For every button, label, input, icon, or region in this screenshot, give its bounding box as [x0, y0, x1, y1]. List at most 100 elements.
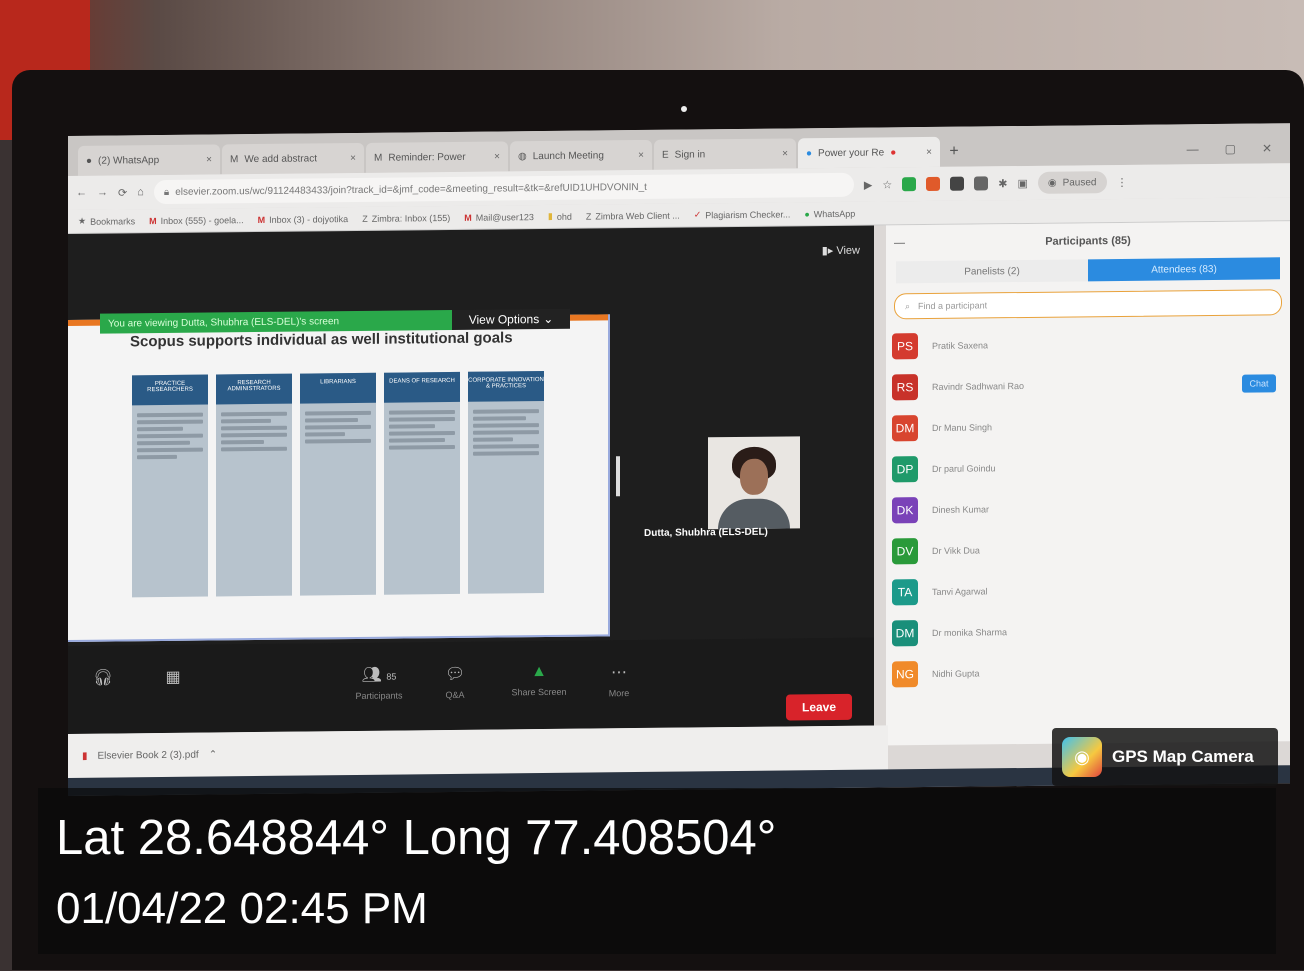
view-icon: ▮▸ — [821, 244, 834, 258]
close-icon[interactable]: × — [206, 154, 212, 165]
bookmark-label: Inbox (3) - dojyotika — [269, 213, 349, 225]
slide-column-header: RESEARCH ADMINISTRATORS — [216, 373, 292, 405]
tab-label: (2) WhatsApp — [98, 154, 160, 167]
maximize-icon[interactable]: ▢ — [1225, 142, 1236, 156]
share-screen-icon: ▲ — [531, 662, 547, 681]
slide-column-body — [300, 403, 376, 452]
extension-icon[interactable] — [926, 176, 941, 192]
qa-label: Q&A — [445, 689, 465, 701]
geo-overlay: Lat 28.648844° Long 77.408504° 01/04/22 … — [38, 788, 1276, 954]
url-input[interactable]: 🔒︎ elsevier.zoom.us/wc/91124483433/join?t… — [153, 172, 854, 205]
tab-attendees[interactable]: Attendees (83) — [1088, 257, 1280, 282]
puzzle-icon[interactable]: ✱ — [998, 177, 1007, 190]
tab-panelists[interactable]: Panelists (2) — [896, 259, 1088, 284]
gmail-icon: M — [257, 214, 266, 225]
participants-button[interactable]: 👥︎ 85 Participants — [344, 664, 414, 701]
close-icon[interactable]: × — [494, 151, 500, 162]
sidepanel-icon[interactable]: ▣ — [1017, 176, 1027, 189]
bookmark-label: Zimbra: Inbox (155) — [371, 212, 451, 224]
participant-row[interactable]: TA Tanvi Agarwal — [886, 567, 1290, 612]
extension-icon[interactable] — [974, 176, 989, 191]
participant-name: Pratik Saxena — [932, 339, 989, 351]
qa-button[interactable]: 💬︎ Q&A — [420, 664, 490, 701]
bookmark-item[interactable]: M Inbox (3) - dojyotika — [258, 214, 349, 225]
avatar: NG — [892, 660, 918, 687]
participant-row[interactable]: DM Dr monika Sharma — [886, 608, 1290, 653]
close-icon[interactable]: × — [638, 149, 644, 160]
pdf-icon: ▮ — [82, 750, 88, 762]
bookmark-item[interactable]: Z Zimbra: Inbox (155) — [362, 212, 450, 223]
participant-search-input[interactable]: ⌕ Find a participant — [894, 289, 1282, 320]
bookmark-item[interactable]: ★ Bookmarks — [78, 215, 135, 227]
download-filename[interactable]: Elsevier Book 2 (3).pdf — [98, 749, 199, 761]
url-text: elsevier.zoom.us/wc/91124483433/join?tra… — [175, 181, 647, 198]
participant-row[interactable]: NG Nidhi Gupta — [886, 649, 1290, 694]
home-icon[interactable]: ⌂ — [137, 186, 144, 198]
slide-title: Scopus supports individual as well insti… — [130, 329, 513, 351]
close-icon[interactable]: × — [782, 148, 788, 159]
bookmark-item[interactable]: ● WhatsApp — [804, 208, 855, 219]
share-icon[interactable]: ▶ — [864, 178, 872, 191]
avatar: DV — [892, 537, 918, 564]
webcam-dot — [681, 106, 687, 112]
participant-row[interactable]: DM Dr Manu Singh — [886, 403, 1290, 448]
browser-tab[interactable]: ◍ Launch Meeting × — [510, 139, 652, 172]
browser-tab[interactable]: E Sign in × — [654, 138, 796, 170]
check-icon: ✓ — [693, 209, 702, 220]
more-label: More — [608, 688, 630, 699]
new-tab-button[interactable]: + — [942, 137, 966, 167]
participants-icon: 👥︎ 85 — [361, 666, 397, 684]
close-window-icon[interactable]: ✕ — [1262, 141, 1272, 155]
collapse-icon[interactable]: — — [894, 237, 905, 249]
bookmark-item[interactable]: M Inbox (555) - goela... — [149, 215, 244, 226]
zoom-meeting-area: ▮▸ View You are viewing Dutta, Shubhra (… — [68, 225, 874, 735]
chat-button[interactable]: Chat — [1242, 373, 1276, 393]
video-settings-button[interactable]: ▦ — [138, 667, 208, 694]
shared-screen-slide: You are viewing Dutta, Shubhra (ELS-DEL)… — [68, 308, 610, 643]
bookmark-item[interactable]: Z Zimbra Web Client ... — [586, 210, 680, 221]
presenter-video[interactable] — [708, 436, 800, 530]
participant-row[interactable]: PS Pratik Saxena — [886, 321, 1290, 366]
browser-tab[interactable]: ● (2) WhatsApp × — [78, 144, 220, 176]
menu-dots-icon[interactable]: ⋮ — [1117, 175, 1128, 188]
chevron-down-icon: ⌄ — [543, 311, 554, 327]
text-cursor — [616, 456, 620, 497]
minimize-icon[interactable]: — — [1187, 142, 1199, 156]
bookmark-item[interactable]: ✓ Plagiarism Checker... — [694, 208, 791, 220]
browser-tab-active[interactable]: ● Power your Re ● × — [798, 136, 940, 169]
bookmark-item[interactable]: ▮ ohd — [548, 211, 572, 222]
view-button[interactable]: ▮▸ View — [822, 244, 860, 257]
slide-column-body — [216, 404, 292, 460]
profile-button[interactable]: ◉ Paused — [1037, 171, 1107, 194]
share-screen-button[interactable]: ▲ Share Screen — [504, 663, 574, 698]
extension-icon[interactable] — [902, 177, 917, 192]
extension-icon[interactable] — [950, 176, 965, 191]
chevron-up-icon[interactable]: ⌃ — [209, 749, 217, 760]
bookmark-label: Plagiarism Checker... — [705, 208, 791, 220]
participant-row[interactable]: DV Dr Vikk Dua — [886, 526, 1290, 571]
camera-icon: ▦ — [165, 668, 181, 686]
participant-row[interactable]: DK Dinesh Kumar — [886, 485, 1290, 530]
more-button[interactable]: ⋯ More — [584, 662, 654, 699]
back-icon[interactable]: ← — [76, 187, 87, 199]
slide-column-header: LIBRARIANS — [300, 372, 376, 404]
close-icon[interactable]: × — [926, 146, 932, 157]
star-icon[interactable]: ☆ — [882, 178, 892, 191]
slide-column: PRACTICE RESEARCHERS — [132, 374, 208, 598]
avatar: DP — [892, 455, 918, 482]
gmail-icon: M — [374, 152, 383, 164]
view-options-button[interactable]: View Options ⌄ — [452, 308, 570, 330]
search-icon: ⌕ — [905, 300, 911, 311]
leave-button[interactable]: Leave — [786, 693, 852, 721]
tab-label: Sign in — [674, 148, 706, 161]
browser-tab[interactable]: M We add abstract × — [222, 142, 364, 175]
participant-row[interactable]: DP Dr parul Goindu — [886, 444, 1290, 489]
bookmark-item[interactable]: M Mail@user123 — [464, 212, 534, 223]
reload-icon[interactable]: ⟳ — [118, 186, 127, 199]
forward-icon[interactable]: → — [97, 187, 108, 199]
participant-row[interactable]: RS Ravindr Sadhwani Rao Chat — [886, 362, 1290, 407]
audio-button[interactable]: 🎧︎ — [68, 667, 138, 694]
close-icon[interactable]: × — [350, 152, 356, 163]
browser-tab[interactable]: M Reminder: Power × — [366, 141, 508, 173]
gmail-icon: M — [230, 153, 239, 165]
